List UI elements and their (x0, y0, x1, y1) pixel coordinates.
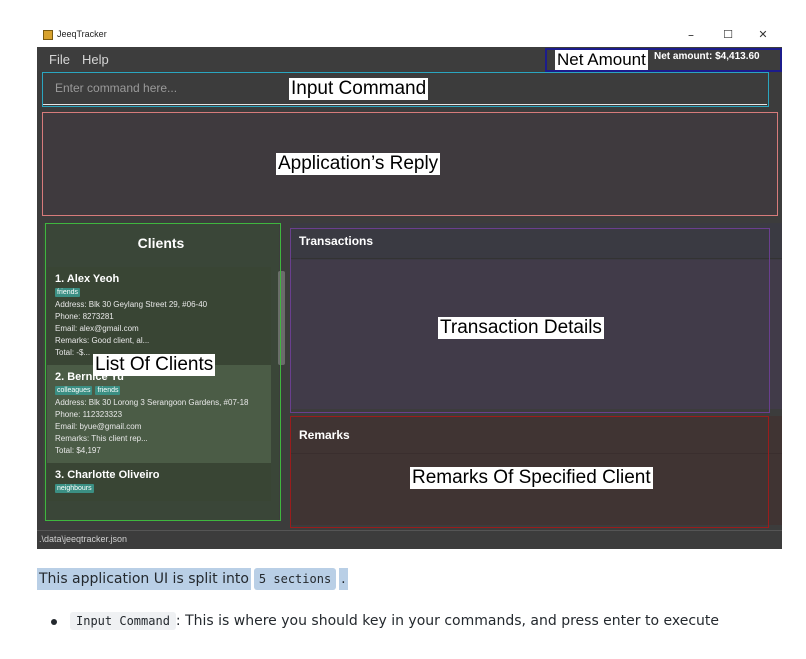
title-bar: JeeqTracker – ☐ ✕ (37, 24, 782, 47)
client-remarks: Remarks: This client rep... (55, 434, 148, 443)
doc-intro: This application UI is split into 5 sect… (37, 566, 348, 591)
client-card[interactable]: 1. Alex Yeoh friends Address: Blk 30 Gey… (47, 267, 271, 365)
menu-file[interactable]: File (49, 52, 70, 67)
net-amount-value: Net amount: $4,413.60 (654, 51, 760, 62)
doc-intro-end: . (339, 567, 348, 590)
window-title: JeeqTracker (57, 29, 107, 39)
annotation-input-command: Input Command (289, 78, 429, 100)
transaction-panel: Transactions (291, 223, 782, 409)
client-tag: neighbours (55, 484, 94, 493)
client-email: Email: alex@gmail.com (55, 324, 139, 333)
status-bar: .\data\jeeqtracker.json (37, 530, 782, 549)
client-list-header: Clients (137, 235, 185, 251)
menu-bar: File Help Net amount: $4,413.60 (37, 47, 782, 71)
client-card[interactable]: 2. Bernice Yu colleagues friends Address… (47, 365, 271, 463)
client-name: 3. Charlotte Oliveiro (55, 469, 160, 481)
client-list[interactable]: 1. Alex Yeoh friends Address: Blk 30 Gey… (47, 267, 271, 520)
transaction-header: Transactions (291, 223, 782, 259)
menu-help[interactable]: Help (82, 52, 109, 67)
client-phone: Phone: 112323323 (55, 410, 123, 419)
client-tag: friends (95, 386, 121, 395)
client-tag: colleagues (55, 386, 93, 395)
client-phone: Phone: 8273281 (55, 312, 114, 321)
remarks-header: Remarks (291, 416, 782, 454)
client-total: Total: $4,197 (55, 446, 101, 455)
annotation-net-amount: Net Amount (555, 50, 648, 70)
client-address: Address: Blk 30 Lorong 3 Serangoon Garde… (55, 398, 249, 407)
app-logo-icon (43, 30, 53, 40)
client-remarks: Remarks: Good client, al... (55, 336, 150, 345)
close-button[interactable]: ✕ (755, 26, 771, 44)
data-file-path: .\data\jeeqtracker.json (39, 534, 128, 544)
client-address: Address: Blk 30 Geylang Street 29, #06-4… (55, 300, 208, 309)
doc-bullet-code: Input Command (70, 612, 176, 630)
client-list-scrollbar[interactable] (278, 271, 285, 365)
client-tag: friends (55, 288, 81, 297)
annotation-remarks-client: Remarks Of Specified Client (410, 467, 653, 489)
annotation-transaction-details: Transaction Details (438, 317, 604, 339)
client-card[interactable]: 3. Charlotte Oliveiro neighbours (47, 463, 271, 501)
doc-intro-text: This application UI is split into (37, 567, 251, 590)
doc-sections-code: 5 sections (253, 567, 337, 590)
client-email: Email: byue@gmail.com (55, 422, 142, 431)
minimize-button[interactable]: – (683, 26, 699, 44)
bullet-dot-icon (51, 619, 57, 625)
maximize-button[interactable]: ☐ (720, 26, 736, 44)
client-name: 1. Alex Yeoh (55, 273, 120, 285)
doc-bullet-text: : This is where you should key in your c… (175, 613, 719, 629)
annotation-list-clients: List Of Clients (93, 354, 216, 376)
annotation-app-reply: Application’s Reply (276, 153, 441, 175)
